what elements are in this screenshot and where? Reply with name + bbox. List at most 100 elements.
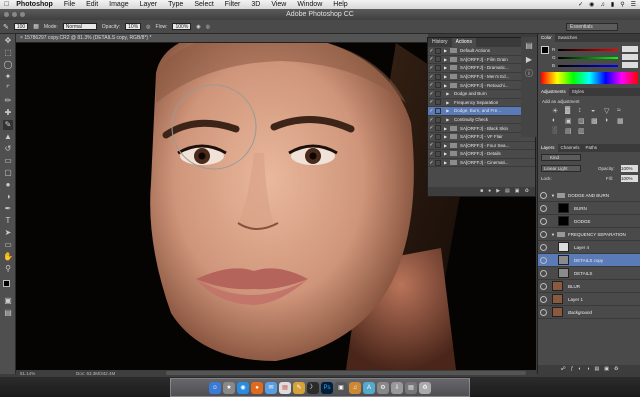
brush-size-picker[interactable]: 100	[13, 23, 29, 30]
invert-icon[interactable]: ▦	[617, 117, 624, 125]
play-icon[interactable]: ▶	[496, 187, 500, 196]
action-set-row[interactable]: ✓ ▶ SA[ORFFJ] - Dramatic...	[428, 64, 535, 73]
action-toggle-check-icon[interactable]: ✓	[428, 134, 435, 140]
dialog-toggle-box[interactable]	[435, 73, 441, 80]
dialog-toggle-box[interactable]	[435, 64, 441, 71]
dialog-toggle-box[interactable]	[435, 159, 441, 166]
dialog-toggle-box[interactable]	[435, 125, 441, 132]
gradient-map-icon[interactable]: ▥	[578, 127, 585, 135]
tab-actions[interactable]: Actions	[451, 38, 476, 47]
blur-tool-icon[interactable]: ●	[3, 180, 13, 190]
dodge-tool-icon[interactable]: ◑	[3, 192, 13, 202]
marquee-tool-icon[interactable]: ⬚	[3, 48, 13, 58]
wifi-icon[interactable]: ◉	[589, 1, 594, 8]
expand-triangle-icon[interactable]: ▶	[444, 100, 450, 105]
itunes-icon[interactable]: ♫	[349, 381, 361, 394]
expand-triangle-icon[interactable]: ▶	[444, 108, 450, 113]
tab-styles[interactable]: Styles	[569, 88, 587, 96]
threshold-icon[interactable]: ▤	[565, 127, 572, 135]
menu-layer[interactable]: Layer	[140, 1, 158, 8]
b-slider[interactable]	[558, 65, 618, 67]
actions-panel-icon[interactable]: ▶	[524, 55, 534, 65]
visibility-eye-icon[interactable]	[540, 257, 547, 264]
pressure-opacity-icon[interactable]: ◎	[146, 24, 150, 30]
hue-saturation-icon[interactable]: ≈	[617, 107, 621, 114]
dialog-toggle-box[interactable]	[435, 116, 441, 123]
documents-stack-icon[interactable]: ▤	[405, 381, 417, 394]
menu-window[interactable]: Window	[297, 1, 322, 8]
downloads-stack-icon[interactable]: ⇩	[391, 381, 403, 394]
lasso-tool-icon[interactable]: ◯	[3, 60, 13, 70]
dialog-toggle-box[interactable]	[435, 133, 441, 140]
action-set-row[interactable]: ✓ ▶ Default Actions	[428, 47, 535, 56]
color-balance-icon[interactable]: ◐	[552, 117, 556, 124]
menu-image[interactable]: Image	[109, 1, 128, 8]
visibility-eye-icon[interactable]	[540, 205, 547, 212]
menu-type[interactable]: Type	[168, 1, 183, 8]
eyedropper-tool-icon[interactable]: ✏	[3, 96, 13, 106]
opacity-field[interactable]: 10%	[125, 23, 142, 30]
action-set-row[interactable]: ✓ ▶ SA[ORFFJ] - Cinemati...	[428, 159, 535, 168]
group-icon[interactable]: ▤	[594, 365, 599, 374]
preview-icon[interactable]: ▣	[335, 381, 347, 394]
dialog-toggle-box[interactable]	[435, 107, 441, 114]
gradient-tool-icon[interactable]: ▢	[3, 168, 13, 178]
black-white-icon[interactable]: ▣	[565, 117, 572, 125]
calendar-icon[interactable]: ▤	[279, 381, 291, 394]
firefox-icon[interactable]: ●	[251, 381, 263, 394]
blend-mode-select[interactable]: Linear Light	[541, 165, 581, 172]
brush-tool-icon[interactable]: ✎	[3, 23, 9, 31]
history-brush-tool-icon[interactable]: ↺	[3, 144, 13, 154]
visibility-eye-icon[interactable]	[540, 270, 547, 277]
action-toggle-check-icon[interactable]: ✓	[428, 99, 435, 105]
r-slider[interactable]	[558, 49, 618, 51]
action-toggle-check-icon[interactable]: ✓	[428, 142, 435, 148]
finder-icon[interactable]: ☺	[209, 381, 221, 394]
tab-history[interactable]: History	[428, 38, 452, 47]
visibility-eye-icon[interactable]	[540, 231, 547, 238]
group-expand-icon[interactable]: ▼	[551, 228, 555, 241]
delete-layer-icon[interactable]: ♻	[614, 365, 618, 374]
posterize-icon[interactable]: ░	[552, 127, 557, 134]
quick-select-tool-icon[interactable]: ✦	[3, 72, 13, 82]
action-set-row[interactable]: ✓ ▶ SA[ORFFJ] - Film Grain	[428, 56, 535, 65]
list-icon[interactable]: ☰	[631, 1, 636, 8]
action-row[interactable]: ✓ ▶ Continuity Check	[428, 116, 535, 125]
layer-row[interactable]: Background	[538, 306, 640, 319]
dialog-toggle-box[interactable]	[435, 150, 441, 157]
brightness-contrast-icon[interactable]: ☀	[552, 107, 558, 115]
tab-adjustments[interactable]: Adjustments	[538, 88, 569, 96]
menu-edit[interactable]: Edit	[86, 1, 98, 8]
color-lookup-icon[interactable]: ◑	[604, 117, 608, 124]
action-set-row[interactable]: ✓ ▶ SA[ORFFJ] - VF Flair	[428, 133, 535, 142]
layer-row[interactable]: BLUR	[538, 280, 640, 293]
terminal-icon[interactable]: 〉	[307, 381, 319, 394]
photo-filter-icon[interactable]: ▨	[578, 117, 585, 125]
layer-filter-select[interactable]: Kind	[541, 154, 581, 161]
close-icon[interactable]	[4, 12, 9, 17]
visibility-eye-icon[interactable]	[540, 309, 547, 316]
g-value[interactable]	[622, 54, 638, 60]
action-row[interactable]: ✓ ▶ Dodge and Burn	[428, 90, 535, 99]
action-toggle-check-icon[interactable]: ✓	[428, 56, 435, 62]
record-icon[interactable]: ●	[488, 187, 491, 196]
fill-field[interactable]: 100%	[621, 175, 638, 182]
flow-field[interactable]: 100%	[172, 23, 192, 30]
menu-3d[interactable]: 3D	[251, 1, 260, 8]
trash-dock-icon[interactable]: ♻	[419, 381, 431, 394]
tab-channels[interactable]: Channels	[558, 144, 583, 152]
exposure-icon[interactable]: ◒	[591, 107, 595, 114]
info-panel-icon[interactable]: ⓘ	[524, 69, 534, 79]
app-store-icon[interactable]: A	[363, 381, 375, 394]
tab-paths[interactable]: Paths	[583, 144, 601, 152]
menu-file[interactable]: File	[64, 1, 75, 8]
layer-group-row[interactable]: ▼ FREQUENCY SEPARATION	[538, 228, 640, 241]
action-toggle-check-icon[interactable]: ✓	[428, 108, 435, 114]
search-icon[interactable]: ⚲	[620, 1, 624, 8]
dialog-toggle-box[interactable]	[435, 82, 441, 89]
healing-brush-tool-icon[interactable]: ✚	[3, 108, 13, 118]
zoom-level[interactable]: 81.14%	[20, 370, 35, 377]
action-set-row[interactable]: ✓ ▶ SA[ORFFJ] - Retouchi...	[428, 81, 535, 90]
action-row[interactable]: ✓ ▶ Dodge, Burn, and Fre...	[428, 107, 535, 116]
brush-panel-icon[interactable]: ▦	[33, 23, 39, 30]
